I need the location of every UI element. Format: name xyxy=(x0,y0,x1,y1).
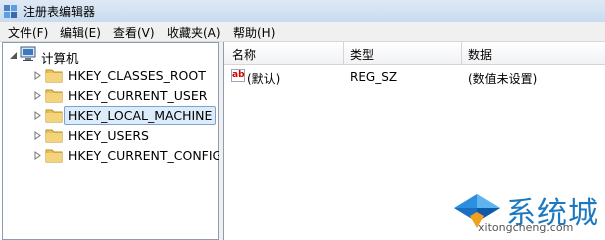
tree-item-hkey-current-config[interactable]: HKEY_CURRENT_CONFIG xyxy=(3,146,222,165)
title-bar: 注册表编辑器 xyxy=(0,0,605,23)
expand-arrow-icon[interactable] xyxy=(33,151,42,160)
list-header: 名称 类型 数据 xyxy=(224,42,605,65)
expand-arrow-icon[interactable] xyxy=(33,111,42,120)
column-header-type[interactable]: 类型 xyxy=(350,46,374,63)
expand-arrow-icon[interactable] xyxy=(33,71,42,80)
folder-icon xyxy=(45,129,63,143)
computer-icon xyxy=(20,46,36,61)
column-divider[interactable] xyxy=(461,42,462,64)
menu-view[interactable]: 查看(V) xyxy=(113,24,155,41)
value-name: (默认) xyxy=(247,72,281,86)
column-header-data[interactable]: 数据 xyxy=(468,46,492,63)
value-type: REG_SZ xyxy=(350,70,398,84)
folder-icon xyxy=(45,109,63,123)
expand-arrow-icon[interactable] xyxy=(33,91,42,100)
tree-item-hkey-classes-root[interactable]: HKEY_CLASSES_ROOT xyxy=(3,66,217,85)
tree-item-label: HKEY_CLASSES_ROOT xyxy=(68,68,206,83)
menu-edit[interactable]: 编辑(E) xyxy=(60,24,101,41)
watermark-url: xitongcheng.com xyxy=(478,221,574,234)
menu-help[interactable]: 帮助(H) xyxy=(233,24,275,41)
tree-item-hkey-current-user[interactable]: HKEY_CURRENT_USER xyxy=(3,86,217,105)
menu-favorites[interactable]: 收藏夹(A) xyxy=(167,24,221,41)
tree-root-computer[interactable]: 计算机 xyxy=(3,46,203,66)
window-title: 注册表编辑器 xyxy=(23,5,96,19)
key-tree-pane[interactable]: 计算机 HKEY_CLASSES_ROOT HKEY_CURRENT_USER … xyxy=(2,42,222,240)
folder-icon xyxy=(45,149,63,163)
tree-item-label: HKEY_USERS xyxy=(68,128,149,143)
tree-root-label: 计算机 xyxy=(41,51,79,66)
column-header-name[interactable]: 名称 xyxy=(232,46,256,63)
tree-item-hkey-users[interactable]: HKEY_USERS xyxy=(3,126,217,145)
value-data: (数值未设置) xyxy=(468,72,538,86)
menu-file[interactable]: 文件(F) xyxy=(8,24,48,41)
tree-item-hkey-local-machine[interactable]: HKEY_LOCAL_MACHINE xyxy=(3,106,217,125)
tree-item-label: HKEY_CURRENT_CONFIG xyxy=(68,148,223,163)
string-value-icon: ab xyxy=(231,69,245,82)
regedit-icon xyxy=(4,5,17,18)
folder-icon xyxy=(45,89,63,103)
folder-icon xyxy=(45,69,63,83)
expand-arrow-icon[interactable] xyxy=(33,131,42,140)
menu-bar: 文件(F) 编辑(E) 查看(V) 收藏夹(A) 帮助(H) xyxy=(0,22,605,42)
column-divider[interactable] xyxy=(343,42,344,64)
tree-item-label: HKEY_LOCAL_MACHINE xyxy=(64,106,217,125)
tree-item-label: HKEY_CURRENT_USER xyxy=(68,88,208,103)
collapse-triangle-icon[interactable] xyxy=(9,51,18,60)
